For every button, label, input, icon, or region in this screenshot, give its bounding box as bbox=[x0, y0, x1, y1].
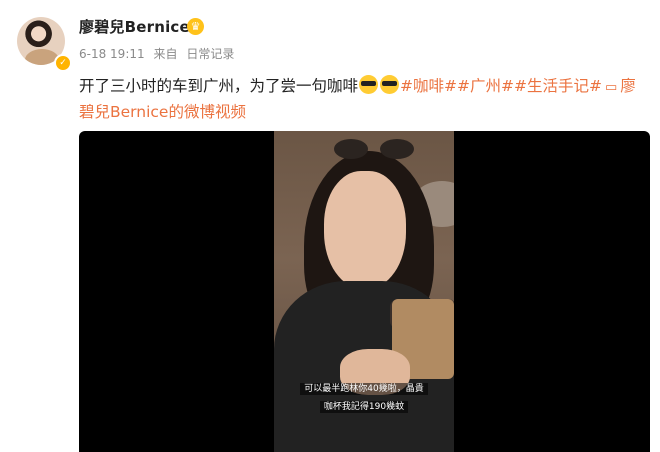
verified-badge-icon: ✓ bbox=[54, 54, 72, 72]
post-text: 开了三小时的车到广州，为了尝一句咖啡 #咖啡##广州##生活手记# ▭ 廖碧兒Bern… bbox=[79, 74, 644, 125]
source-prefix: 来自 bbox=[153, 47, 178, 61]
video-link-icon[interactable]: ▭ bbox=[605, 75, 617, 100]
post-source[interactable]: 日常记录 bbox=[186, 47, 234, 61]
sunglasses-emoji-icon bbox=[359, 75, 379, 94]
video-subtitle-line1: 可以最半跑林你40幾啦，晶貴 bbox=[274, 381, 454, 395]
post-date[interactable]: 6-18 19:11 bbox=[79, 47, 145, 61]
video-player[interactable]: 可以最半跑林你40幾啦，晶貴 咖杯我記得190幾蚊 bbox=[79, 131, 650, 452]
member-crown-icon[interactable]: ♛ bbox=[187, 18, 204, 35]
hashtag-guangzhou[interactable]: #广州# bbox=[457, 77, 514, 95]
hashtag-life-notes[interactable]: #生活手记# bbox=[514, 77, 602, 95]
post-meta: 6-18 19:11 来自 日常记录 bbox=[79, 45, 239, 62]
hashtag-coffee[interactable]: #咖啡# bbox=[400, 77, 457, 95]
sunglasses-shape bbox=[334, 139, 418, 161]
video-subtitle-line2: 咖杯我記得190幾蚊 bbox=[274, 399, 454, 413]
video-frame[interactable]: 可以最半跑林你40幾啦，晶貴 咖杯我記得190幾蚊 bbox=[274, 131, 454, 452]
sunglasses-emoji-icon bbox=[380, 75, 400, 94]
post-text-main: 开了三小时的车到广州，为了尝一句咖啡 bbox=[79, 77, 359, 95]
face-shape bbox=[324, 171, 406, 289]
username[interactable]: 廖碧兒Bernice bbox=[79, 16, 190, 37]
